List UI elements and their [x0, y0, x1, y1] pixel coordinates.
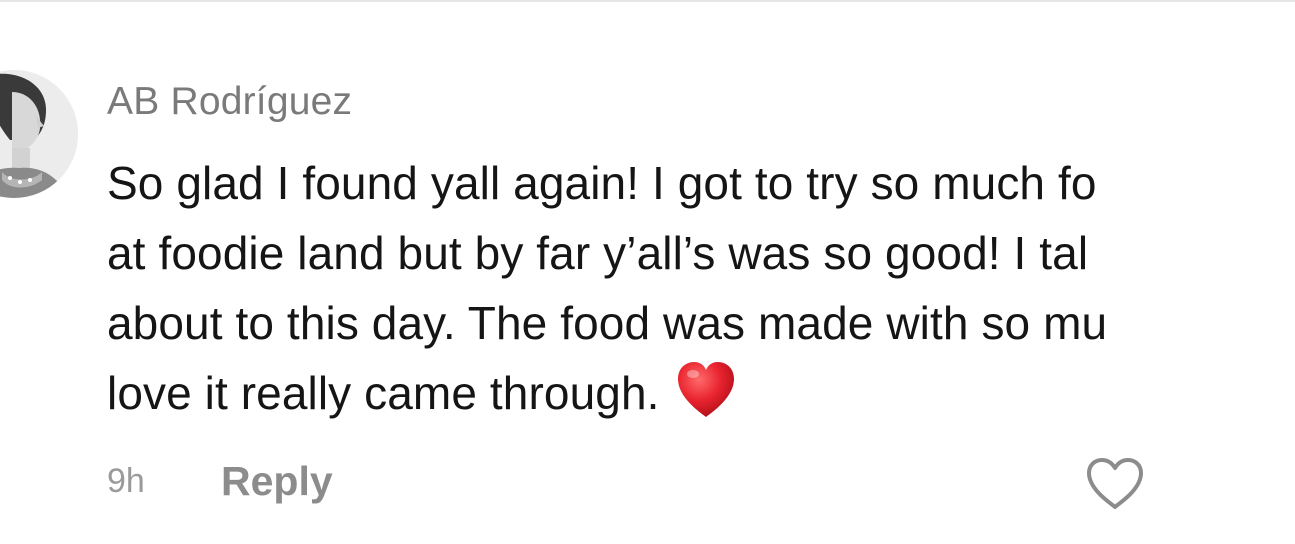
heart-outline-icon[interactable]	[1085, 456, 1145, 512]
red-heart-emoji	[674, 359, 738, 423]
comment-meta: 9h Reply	[107, 458, 1295, 509]
comment-line: love it really came through.	[107, 358, 1295, 428]
comment-item: AB Rodríguez So glad I found yall again!…	[0, 0, 1295, 544]
avatar[interactable]	[0, 70, 78, 198]
comment-username[interactable]: AB Rodríguez	[107, 80, 352, 124]
comment-line: So glad I found yall again! I got to try…	[107, 157, 1097, 209]
comment-line-text: love it really came through.	[107, 367, 660, 419]
comment-body: So glad I found yall again! I got to try…	[107, 148, 1295, 438]
reply-button[interactable]: Reply	[221, 458, 333, 505]
comment-line: about to this day. The food was made wit…	[107, 297, 1108, 349]
comment-timestamp: 9h	[107, 462, 145, 500]
comment-line: at foodie land but by far y’all’s was so…	[107, 227, 1089, 279]
